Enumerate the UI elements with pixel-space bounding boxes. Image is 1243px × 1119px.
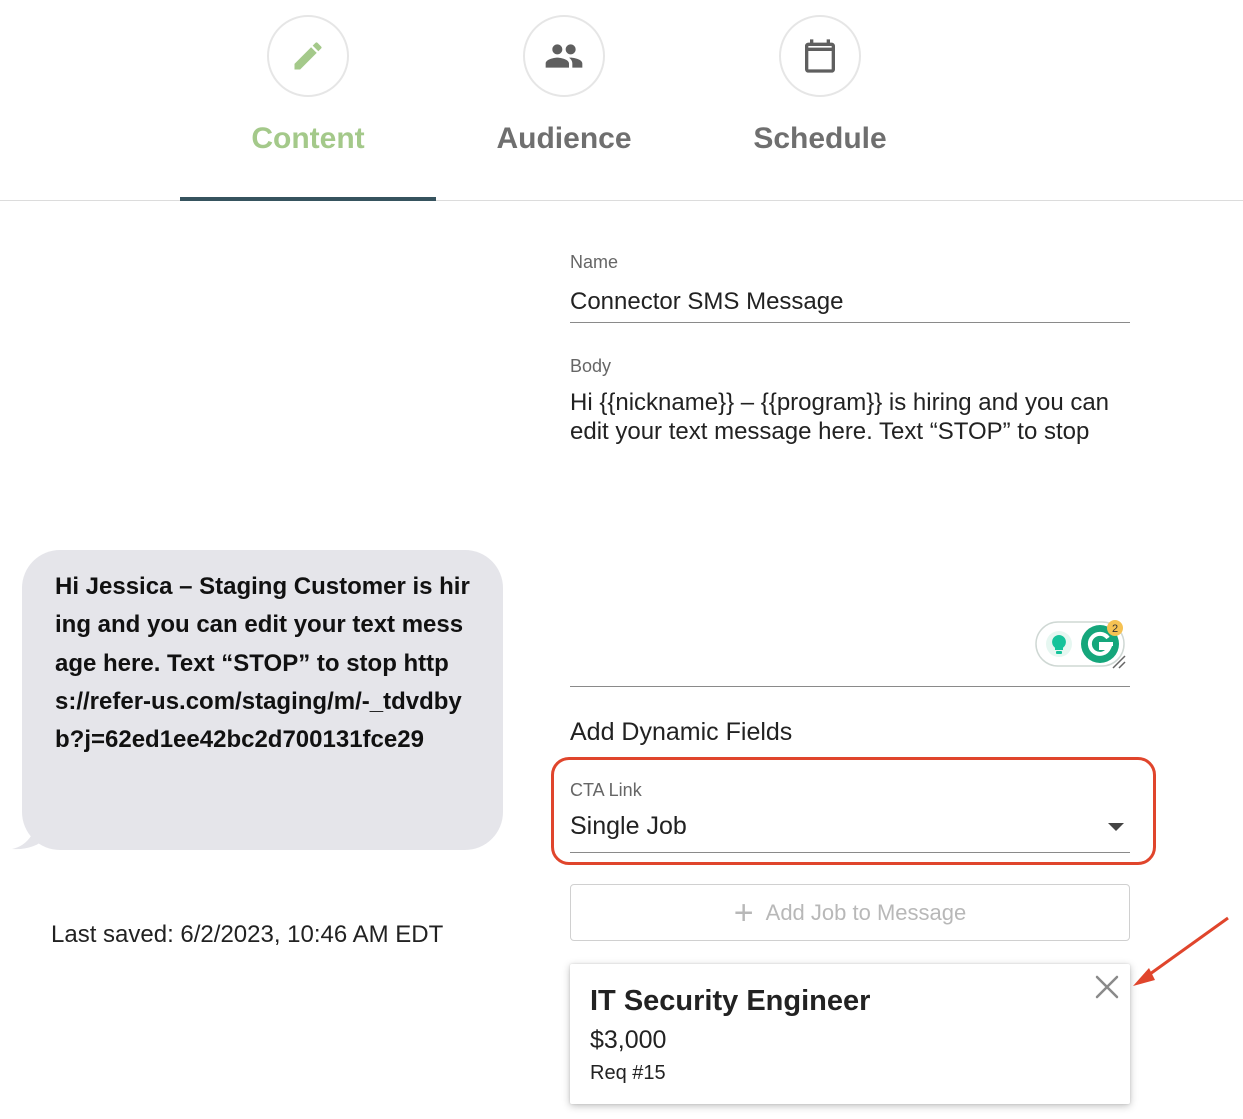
message-editor-page: Content Audience Schedule Hi Jessica – S… bbox=[0, 0, 1243, 1119]
grammarly-icon: 2 bbox=[1035, 620, 1126, 669]
tab-schedule-label: Schedule bbox=[753, 122, 887, 155]
plus-icon: + bbox=[733, 893, 754, 932]
tab-content-label: Content bbox=[251, 122, 365, 155]
job-card: IT Security Engineer $3,000 Req #15 bbox=[570, 964, 1130, 1104]
grammarly-count: 2 bbox=[1112, 623, 1118, 635]
step-tabs: Content Audience Schedule bbox=[0, 0, 1243, 201]
job-req: Req #15 bbox=[590, 1062, 666, 1084]
tab-content[interactable]: Content bbox=[180, 0, 436, 201]
people-icon bbox=[545, 44, 583, 68]
cta-link-select[interactable]: Single Job bbox=[570, 808, 1130, 853]
active-tab-indicator bbox=[180, 197, 436, 201]
last-saved-text: Last saved: 6/2/2023, 10:46 AM EDT bbox=[51, 921, 444, 948]
job-title: IT Security Engineer bbox=[590, 985, 871, 1017]
annotation-arrow bbox=[1133, 916, 1229, 986]
name-field-label: Name bbox=[570, 252, 619, 272]
pencil-icon bbox=[294, 42, 322, 70]
pencil-icon-circle bbox=[267, 15, 349, 97]
add-job-button[interactable]: + Add Job to Message bbox=[570, 884, 1130, 941]
add-job-label: Add Job to Message bbox=[765, 899, 967, 925]
cta-link-value: Single Job bbox=[570, 812, 687, 840]
tab-schedule[interactable]: Schedule bbox=[692, 0, 948, 200]
sms-preview-bubble: Hi Jessica – Staging Customer is hiring … bbox=[22, 550, 503, 850]
tab-audience-label: Audience bbox=[496, 122, 632, 155]
name-input[interactable] bbox=[570, 282, 1130, 323]
body-field-label: Body bbox=[570, 356, 612, 376]
people-icon-circle bbox=[523, 15, 605, 97]
calendar-icon bbox=[805, 39, 835, 73]
grammarly-widget[interactable]: 2 bbox=[1035, 620, 1126, 669]
dynamic-fields-title: Add Dynamic Fields bbox=[570, 718, 793, 746]
chevron-down-icon bbox=[1108, 823, 1124, 831]
job-amount: $3,000 bbox=[590, 1026, 667, 1054]
cta-link-label: CTA Link bbox=[570, 780, 642, 800]
tab-audience[interactable]: Audience bbox=[436, 0, 692, 200]
close-icon[interactable] bbox=[1094, 974, 1120, 1000]
calendar-icon-circle bbox=[779, 15, 861, 97]
